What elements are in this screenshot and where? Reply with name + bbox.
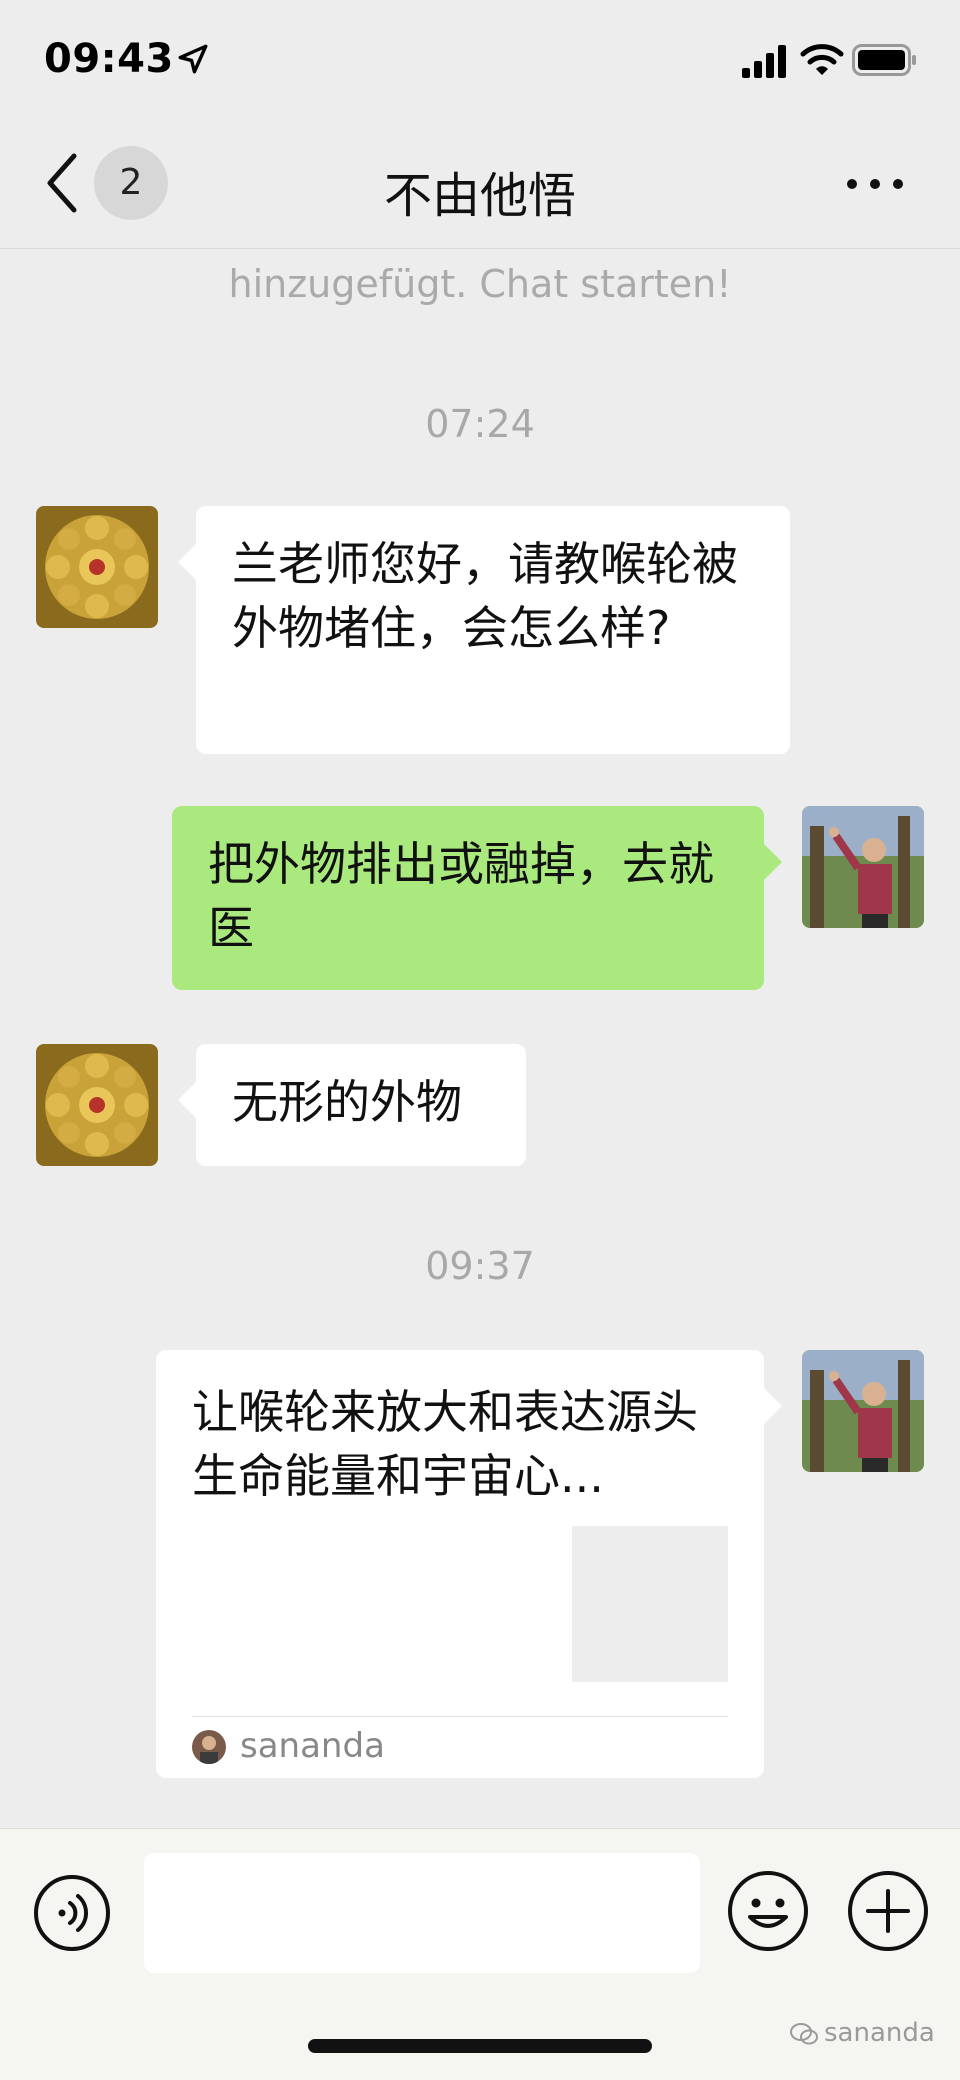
card-title: 让喉轮来放大和表达源头生命能量和宇宙心... [192,1385,698,1503]
chat-header: 2 不由他悟 [0,120,960,249]
card-divider [192,1716,728,1717]
status-bar: 09:43 [0,0,960,120]
chat-title: 不由他悟 [383,168,576,224]
location-arrow-icon [178,44,208,74]
own-avatar[interactable] [802,806,924,928]
source-avatar [192,1730,226,1764]
contact-avatar[interactable] [36,1044,158,1166]
watermark-text: sananda [824,2018,935,2048]
signal-icon [742,45,786,78]
timestamp: 07:24 [425,402,535,446]
contact-avatar[interactable] [36,506,158,628]
card-source-name: sananda [240,1726,385,1766]
wifi-icon [800,44,844,75]
voice-icon[interactable] [32,1873,112,1953]
message-bubble[interactable]: 兰老师您好，请教喉轮被外物堵住，会怎么样? [178,506,790,754]
wechat-icon [790,2022,818,2044]
home-indicator [308,2039,652,2053]
timestamp: 09:37 [425,1244,535,1288]
card-thumbnail [572,1526,728,1682]
emoji-icon[interactable] [726,1869,810,1953]
message-bubble[interactable]: 无形的外物 [178,1044,526,1166]
watermark: sananda [790,2018,935,2048]
message-input[interactable] [144,1853,700,1973]
more-icon[interactable] [840,164,910,204]
link-card[interactable]: 让喉轮来放大和表达源头生命能量和宇宙心... sananda [156,1350,782,1778]
system-message: hinzugefügt. Chat starten! [228,262,732,306]
battery-icon [852,44,916,76]
plus-icon[interactable] [846,1869,930,1953]
status-time: 09:43 [44,36,174,82]
message-bubble[interactable]: 把外物排出或融掉，去就医 [172,806,782,990]
own-avatar[interactable] [802,1350,924,1472]
